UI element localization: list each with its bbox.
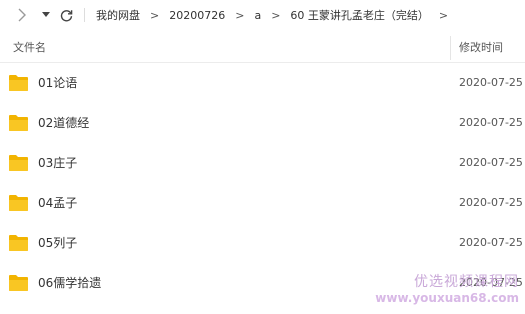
refresh-icon: [60, 9, 72, 21]
folder-icon: [9, 75, 28, 91]
column-header-modified[interactable]: 修改时间: [459, 34, 503, 62]
list-item[interactable]: 01论语 2020-07-25: [0, 63, 525, 103]
file-list-header: 文件名 修改时间: [0, 34, 525, 63]
list-item[interactable]: 04孟子 2020-07-25: [0, 183, 525, 223]
file-name: 06儒学拾遗: [38, 276, 102, 290]
file-name: 01论语: [38, 76, 78, 90]
list-item[interactable]: 02道德经 2020-07-25: [0, 103, 525, 143]
file-modified: 2020-07-25: [459, 276, 523, 289]
folder-icon: [9, 155, 28, 171]
file-modified: 2020-07-25: [459, 156, 523, 169]
chevron-right-icon: [18, 8, 26, 22]
file-name: 02道德经: [38, 116, 90, 130]
breadcrumb-separator-icon: >: [271, 8, 281, 22]
column-divider[interactable]: [450, 36, 451, 60]
folder-icon: [9, 195, 28, 211]
breadcrumb: 我的网盘 > 20200726 > a > 60 王蒙讲孔孟老庄（完结） >: [92, 0, 454, 30]
file-modified: 2020-07-25: [459, 196, 523, 209]
file-list: 01论语 2020-07-25 02道德经 2020-07-25 03庄子 20…: [0, 63, 525, 303]
list-item[interactable]: 05列子 2020-07-25: [0, 223, 525, 263]
folder-icon: [9, 275, 28, 291]
file-modified: 2020-07-25: [459, 236, 523, 249]
breadcrumb-item-a[interactable]: a: [250, 9, 265, 22]
forward-button[interactable]: [10, 0, 34, 30]
breadcrumb-expand-icon[interactable]: >: [433, 9, 454, 22]
file-name: 05列子: [38, 236, 78, 250]
caret-down-icon: [42, 12, 50, 17]
breadcrumb-item-root[interactable]: 我的网盘: [92, 7, 144, 23]
refresh-button[interactable]: [57, 0, 75, 30]
folder-icon: [9, 115, 28, 131]
history-dropdown-button[interactable]: [38, 0, 54, 30]
breadcrumb-separator-icon: >: [235, 8, 245, 22]
file-name: 04孟子: [38, 196, 78, 210]
folder-icon: [9, 235, 28, 251]
list-item[interactable]: 03庄子 2020-07-25: [0, 143, 525, 183]
file-name: 03庄子: [38, 156, 78, 170]
toolbar: 我的网盘 > 20200726 > a > 60 王蒙讲孔孟老庄（完结） >: [0, 0, 525, 30]
list-item[interactable]: 06儒学拾遗 2020-07-25: [0, 263, 525, 303]
column-header-name[interactable]: 文件名: [13, 34, 46, 62]
file-modified: 2020-07-25: [459, 76, 523, 89]
breadcrumb-item-date[interactable]: 20200726: [165, 9, 229, 22]
file-modified: 2020-07-25: [459, 116, 523, 129]
breadcrumb-separator-icon: >: [150, 8, 160, 22]
toolbar-divider: [80, 0, 88, 30]
breadcrumb-item-current[interactable]: 60 王蒙讲孔孟老庄（完结）: [286, 7, 433, 23]
